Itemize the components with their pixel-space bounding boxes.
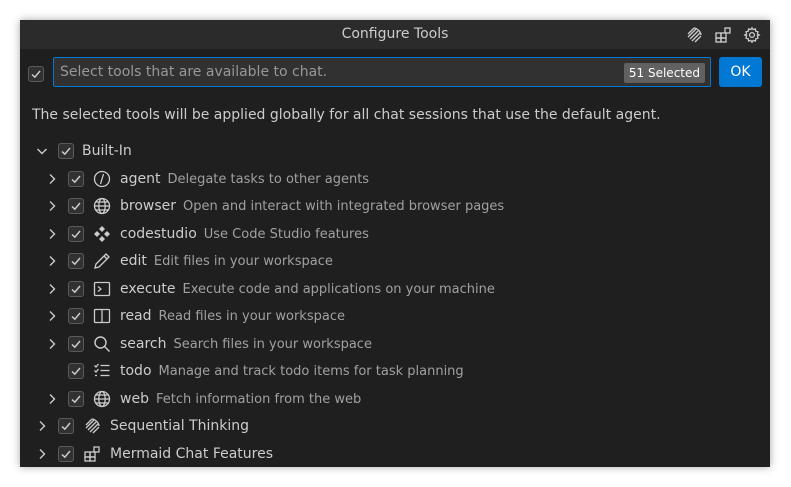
sequential-thinking-icon — [82, 416, 102, 436]
codestudio-icon — [92, 224, 112, 244]
chevron-right-icon[interactable] — [34, 446, 50, 462]
group-label: Mermaid Chat Features — [110, 446, 274, 462]
globe-icon — [92, 389, 112, 409]
group-checkbox[interactable] — [58, 143, 74, 159]
checklist-icon — [92, 361, 112, 381]
tool-description: Search files in your workspace — [173, 336, 372, 352]
tool-row-codestudio[interactable]: codestudio Use Code Studio features — [44, 221, 369, 247]
extensions-icon[interactable] — [712, 24, 733, 45]
ok-button[interactable]: OK — [719, 57, 762, 87]
description-text: The selected tools will be applied globa… — [32, 107, 661, 123]
tool-checkbox[interactable] — [68, 253, 84, 269]
chevron-right-icon[interactable] — [44, 281, 60, 297]
tool-checkbox[interactable] — [68, 336, 84, 352]
group-row-mermaid-chat[interactable]: Mermaid Chat Features — [34, 441, 273, 467]
select-all-checkbox[interactable] — [28, 66, 44, 82]
tool-description: Manage and track todo items for task pla… — [158, 363, 464, 379]
extensions-icon — [82, 444, 102, 464]
tool-description: Read files in your workspace — [158, 308, 345, 324]
tool-checkbox[interactable] — [68, 198, 84, 214]
check-icon — [28, 66, 44, 82]
tool-row-edit[interactable]: edit Edit files in your workspace — [44, 248, 333, 274]
chevron-right-icon[interactable] — [44, 198, 60, 214]
chevron-right-icon[interactable] — [44, 391, 60, 407]
agent-icon — [92, 169, 112, 189]
chevron-right-icon[interactable] — [44, 308, 60, 324]
chevron-right-icon[interactable] — [44, 336, 60, 352]
tool-name: search — [120, 336, 167, 352]
terminal-icon — [92, 279, 112, 299]
tool-description: Use Code Studio features — [203, 226, 369, 242]
group-row-builtin[interactable]: Built-In — [34, 138, 132, 164]
chevron-right-icon[interactable] — [44, 171, 60, 187]
tool-name: execute — [120, 281, 176, 297]
selected-count-badge: 51 Selected — [623, 63, 705, 83]
tool-name: web — [120, 391, 149, 407]
group-label: Sequential Thinking — [110, 418, 249, 434]
chevron-right-icon[interactable] — [34, 418, 50, 434]
group-label: Built-In — [82, 143, 132, 159]
title-actions — [683, 24, 762, 45]
tool-filter-input[interactable] — [60, 58, 620, 86]
tool-name: edit — [120, 253, 147, 269]
chevron-right-icon[interactable] — [44, 226, 60, 242]
tool-description: Fetch information from the web — [155, 391, 362, 407]
tool-row-todo[interactable]: todo Manage and track todo items for tas… — [44, 358, 464, 384]
tool-filter-box[interactable]: 51 Selected — [53, 57, 711, 87]
globe-icon — [92, 196, 112, 216]
tool-row-search[interactable]: search Search files in your workspace — [44, 331, 372, 357]
tool-checkbox[interactable] — [68, 226, 84, 242]
pencil-icon — [92, 251, 112, 271]
tool-name: agent — [120, 171, 161, 187]
tool-description: Edit files in your workspace — [153, 253, 333, 269]
tool-row-web[interactable]: web Fetch information from the web — [44, 386, 361, 412]
book-icon — [92, 306, 112, 326]
sequential-thinking-icon[interactable] — [683, 24, 704, 45]
group-checkbox[interactable] — [58, 418, 74, 434]
tool-row-read[interactable]: read Read files in your workspace — [44, 303, 345, 329]
tool-description: Open and interact with integrated browse… — [183, 198, 505, 214]
tool-name: browser — [120, 198, 177, 214]
chevron-right-icon[interactable] — [44, 253, 60, 269]
tool-checkbox[interactable] — [68, 363, 84, 379]
tool-description: Delegate tasks to other agents — [167, 171, 370, 187]
tool-row-execute[interactable]: execute Execute code and applications on… — [44, 276, 495, 302]
tool-checkbox[interactable] — [68, 281, 84, 297]
tool-name: codestudio — [120, 226, 197, 242]
tool-checkbox[interactable] — [68, 308, 84, 324]
group-checkbox[interactable] — [58, 446, 74, 462]
search-icon — [92, 334, 112, 354]
configure-tools-dialog: Configure Tools Select tools that are av… — [20, 20, 770, 467]
tool-row-agent[interactable]: agent Delegate tasks to other agents — [44, 166, 369, 192]
tool-row-browser[interactable]: browser Open and interact with integrate… — [44, 193, 504, 219]
dialog-title: Configure Tools — [341, 26, 449, 42]
group-row-sequential-thinking[interactable]: Sequential Thinking — [34, 413, 249, 439]
tool-description: Execute code and applications on your ma… — [182, 281, 495, 297]
tool-name: read — [120, 308, 152, 324]
gear-icon[interactable] — [741, 24, 762, 45]
tool-checkbox[interactable] — [68, 391, 84, 407]
title-bar: Configure Tools — [20, 20, 770, 49]
tool-checkbox[interactable] — [68, 171, 84, 187]
tool-name: todo — [120, 363, 152, 379]
chevron-down-icon[interactable] — [34, 143, 50, 159]
